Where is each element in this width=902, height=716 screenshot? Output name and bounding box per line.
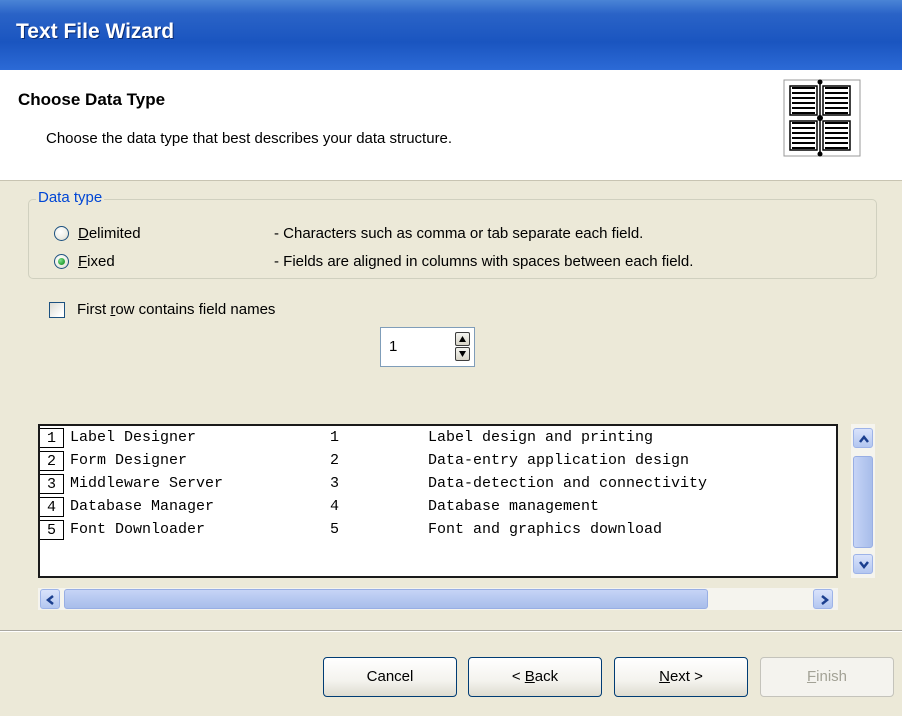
row-number: 3 (40, 474, 64, 494)
preview-row: 2 Form Designer 2 Data-entry application… (40, 451, 836, 471)
preview-cell-id: 4 (330, 498, 340, 515)
window-title: Text File Wizard (16, 20, 175, 43)
vertical-scrollbar[interactable] (851, 424, 875, 578)
preview-row: 5 Font Downloader 5 Font and graphics do… (40, 520, 836, 540)
chevron-down-icon (859, 561, 869, 570)
data-preview[interactable]: 1 Label Designer 1 Label design and prin… (38, 424, 838, 578)
title-bar[interactable]: Text File Wizard (0, 0, 902, 70)
preview-cell-name: Font Downloader (70, 521, 206, 538)
vertical-scroll-thumb[interactable] (853, 456, 873, 548)
first-row-checkbox[interactable] (49, 302, 65, 318)
text-file-wizard-window: Text File Wizard Choose Data Type Choose… (0, 0, 902, 716)
preview-cell-description: Font and graphics download (428, 521, 663, 538)
preview-cell-name: Middleware Server (70, 475, 224, 492)
preview-cell-name: Label Designer (70, 429, 197, 446)
preview-cell-name: Form Designer (70, 452, 188, 469)
cancel-button[interactable]: Cancel (323, 657, 457, 697)
spin-down-button[interactable] (455, 347, 470, 361)
row-number: 4 (40, 497, 64, 517)
preview-cell-name: Database Manager (70, 498, 215, 515)
scroll-left-button[interactable] (40, 589, 60, 609)
preview-cell-id: 3 (330, 475, 340, 492)
page-description: Choose the data type that best describes… (46, 130, 453, 147)
scroll-up-button[interactable] (853, 428, 873, 448)
first-row-label[interactable]: First row contains field names (77, 301, 275, 318)
row-number: 1 (40, 428, 64, 448)
chevron-right-icon (821, 595, 830, 605)
finish-button[interactable]: Finish (760, 657, 894, 697)
delimited-description: - Characters such as comma or tab separa… (274, 225, 644, 242)
data-type-legend: Data type (36, 189, 105, 206)
fixed-description: - Fields are aligned in columns with spa… (274, 253, 694, 270)
row-number: 2 (40, 451, 64, 471)
preview-cell-description: Data-entry application design (428, 452, 690, 469)
columns-layout-icon (783, 79, 861, 157)
horizontal-scroll-thumb[interactable] (64, 589, 708, 609)
chevron-left-icon (45, 595, 54, 605)
scroll-right-button[interactable] (813, 589, 833, 609)
back-button[interactable]: < Back (468, 657, 602, 697)
preview-cell-description: Label design and printing (428, 429, 654, 446)
arrow-up-icon (459, 336, 466, 342)
fixed-radio[interactable] (54, 254, 69, 269)
preview-cell-description: Data-detection and connectivity (428, 475, 708, 492)
header-panel (0, 70, 902, 181)
chevron-up-icon (859, 434, 869, 443)
preview-cell-description: Database management (428, 498, 600, 515)
preview-cell-id: 2 (330, 452, 340, 469)
preview-cell-id: 5 (330, 521, 340, 538)
footer-divider (0, 630, 902, 632)
page-title: Choose Data Type (18, 90, 166, 109)
radio-selected-dot (58, 258, 65, 265)
fixed-label[interactable]: Fixed (78, 253, 115, 270)
preview-row: 4 Database Manager 4 Database management (40, 497, 836, 517)
arrow-down-icon (459, 351, 466, 357)
spin-up-button[interactable] (455, 332, 470, 346)
scroll-down-button[interactable] (853, 554, 873, 574)
delimited-label[interactable]: Delimited (78, 225, 141, 242)
next-button[interactable]: Next > (614, 657, 748, 697)
row-number: 5 (40, 520, 64, 540)
preview-cell-id: 1 (330, 429, 340, 446)
start-row-value[interactable]: 1 (389, 338, 397, 355)
delimited-radio[interactable] (54, 226, 69, 241)
preview-row: 3 Middleware Server 3 Data-detection and… (40, 474, 836, 494)
start-row-spinner[interactable]: 1 (380, 327, 475, 367)
horizontal-scrollbar[interactable] (38, 588, 838, 610)
preview-row: 1 Label Designer 1 Label design and prin… (40, 428, 836, 448)
